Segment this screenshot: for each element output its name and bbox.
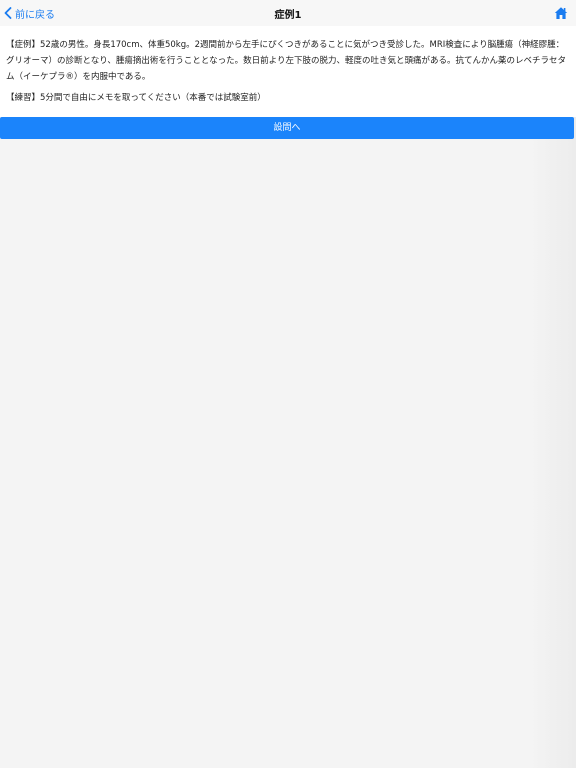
case-description: 【症例】52歳の男性。身長170cm、体重50kg。2週間前から左手にぴくつきが…	[6, 40, 566, 82]
screen: 前に戻る 症例1 【症例】52歳の男性。身長170cm、体重50kg。2週間前か…	[0, 0, 576, 768]
navigation-bar: 前に戻る 症例1	[0, 0, 576, 27]
practice-note: 【練習】5分間で自由にメモを取ってください（本番では試験室前）	[6, 93, 266, 103]
home-button[interactable]	[554, 5, 568, 19]
home-icon	[554, 7, 568, 19]
go-to-question-button[interactable]: 設問へ	[0, 117, 574, 139]
page-title: 症例1	[274, 10, 302, 21]
content-area: 【症例】52歳の男性。身長170cm、体重50kg。2週間前から左手にぴくつきが…	[0, 27, 576, 112]
